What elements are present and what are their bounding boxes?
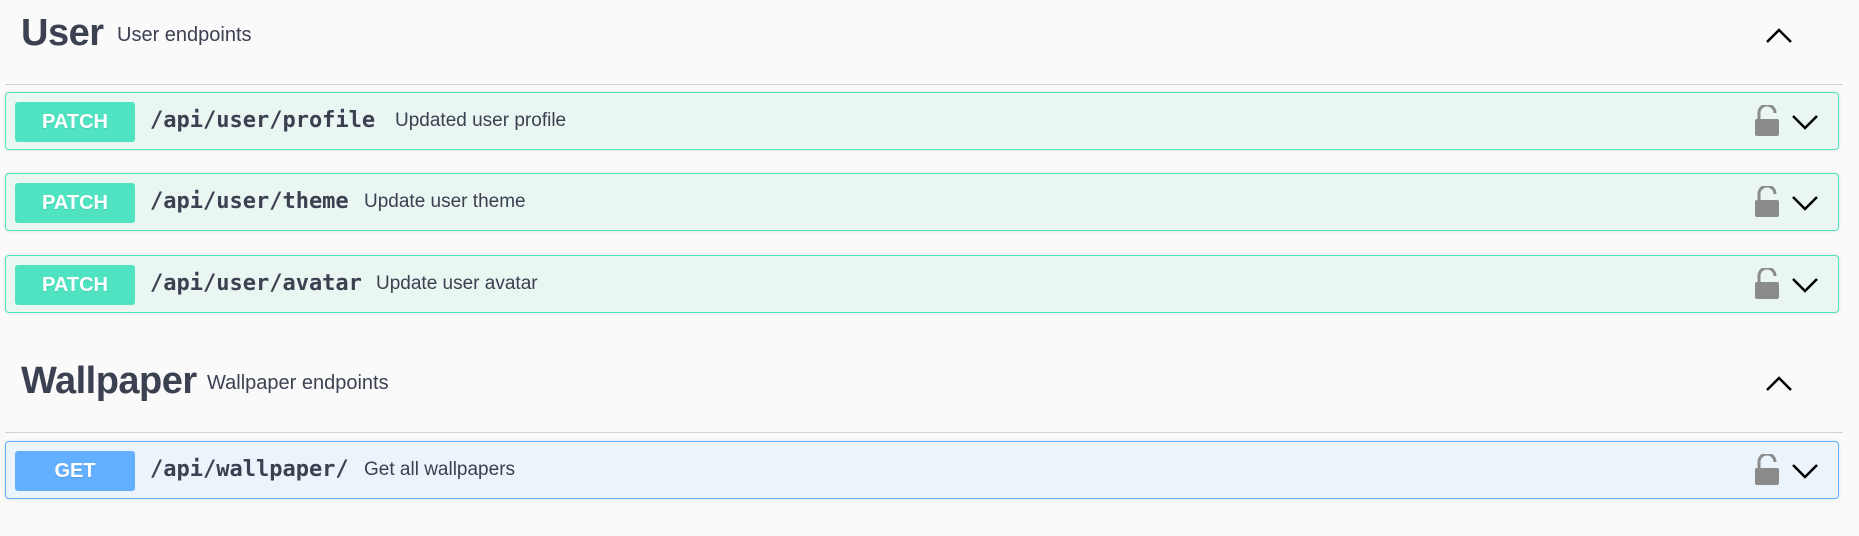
tag-description: Wallpaper endpoints — [207, 372, 389, 394]
tag-section-user: User User endpoints — [0, 0, 1859, 85]
method-badge: PATCH — [15, 102, 135, 142]
opblock-patch-user-theme[interactable]: PATCH /api/user/theme Update user theme — [5, 173, 1839, 231]
chevron-down-icon[interactable] — [1790, 107, 1820, 137]
operation-summary: Updated user profile — [395, 110, 567, 131]
method-badge: GET — [15, 451, 135, 491]
tag-header-wallpaper[interactable]: Wallpaper Wallpaper endpoints — [5, 348, 1843, 433]
operation-path: /api/user/theme — [150, 189, 349, 214]
chevron-up-icon[interactable] — [1761, 366, 1797, 402]
operation-summary: Update user theme — [364, 191, 526, 212]
chevron-down-icon[interactable] — [1790, 270, 1820, 300]
chevron-down-icon[interactable] — [1790, 188, 1820, 218]
tag-section-wallpaper: Wallpaper Wallpaper endpoints — [0, 348, 1859, 433]
method-badge: PATCH — [15, 265, 135, 305]
operation-path: /api/user/avatar — [150, 271, 362, 296]
opblock-patch-user-avatar[interactable]: PATCH /api/user/avatar Update user avata… — [5, 255, 1839, 313]
operation-path: /api/wallpaper/ — [150, 457, 349, 482]
lock-open-icon[interactable] — [1754, 454, 1780, 486]
lock-open-icon[interactable] — [1754, 268, 1780, 300]
operation-path: /api/user/profile — [150, 108, 376, 133]
operation-summary: Update user avatar — [376, 273, 538, 294]
chevron-down-icon[interactable] — [1790, 456, 1820, 486]
opblock-patch-user-profile[interactable]: PATCH /api/user/profile Updated user pro… — [5, 92, 1839, 150]
tag-name: User — [21, 12, 104, 54]
chevron-up-icon[interactable] — [1761, 18, 1797, 54]
lock-open-icon[interactable] — [1754, 105, 1780, 137]
swagger-operations-page: User User endpoints PATCH /api/user/prof… — [0, 0, 1859, 536]
operation-summary: Get all wallpapers — [364, 459, 516, 480]
tag-description: User endpoints — [117, 24, 252, 46]
method-badge: PATCH — [15, 183, 135, 223]
tag-name: Wallpaper — [21, 360, 197, 402]
opblock-get-wallpaper[interactable]: GET /api/wallpaper/ Get all wallpapers — [5, 441, 1839, 499]
tag-header-user[interactable]: User User endpoints — [5, 0, 1843, 85]
lock-open-icon[interactable] — [1754, 186, 1780, 218]
